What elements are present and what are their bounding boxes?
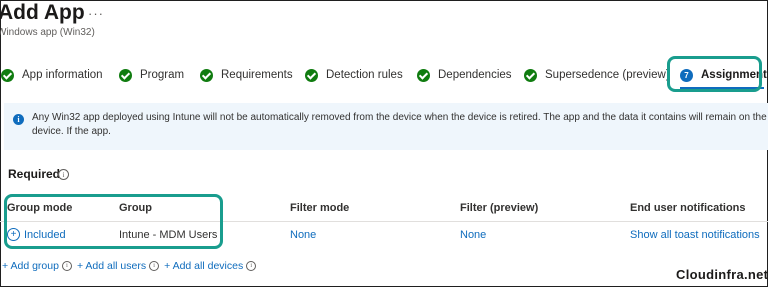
highlight-box-table (4, 194, 223, 249)
info-icon[interactable]: i (61, 261, 72, 271)
step-supersedence[interactable]: Supersedence (preview) (524, 64, 670, 86)
step-label: App information (22, 69, 103, 81)
column-header-filter-mode: Filter mode (290, 202, 350, 214)
step-dependencies[interactable]: Dependencies (417, 64, 512, 86)
watermark: Cloudinfra.net (676, 267, 768, 282)
filter-mode-link[interactable]: None (290, 229, 316, 241)
step-label: Requirements (221, 69, 293, 81)
notifications-link[interactable]: Show all toast notifications (630, 229, 760, 241)
column-header-filter-preview: Filter (preview) (460, 202, 539, 214)
step-app-information[interactable]: App information (1, 64, 103, 86)
info-banner: i Any Win32 app deployed using Intune wi… (4, 103, 768, 150)
step-label: Supersedence (preview) (545, 69, 670, 81)
section-title-required: Required (8, 167, 61, 181)
checkmark-icon (200, 68, 213, 82)
step-detection-rules[interactable]: Detection rules (305, 64, 403, 86)
add-all-devices-link[interactable]: + Add all devices (164, 260, 243, 272)
info-icon[interactable]: i (246, 261, 257, 271)
filter-preview-link[interactable]: None (460, 229, 486, 241)
step-requirements[interactable]: Requirements (200, 64, 293, 86)
step-label: Dependencies (438, 69, 512, 81)
checkmark-icon (119, 68, 132, 82)
column-header-end-user-notifications: End user notifications (630, 202, 746, 214)
add-all-users-link[interactable]: + Add all users (77, 260, 146, 272)
more-options-button[interactable]: ··· (88, 6, 104, 21)
wizard-steps: App information Program Requirements Det… (0, 64, 768, 88)
step-label: Program (140, 69, 185, 81)
highlight-box-assignments (667, 56, 762, 92)
page-subtitle: Windows app (Win32) (0, 27, 95, 38)
checkmark-icon (1, 68, 14, 82)
step-program[interactable]: Program (119, 64, 184, 86)
info-banner-text: Any Win32 app deployed using Intune will… (32, 112, 767, 137)
info-icon[interactable]: i (149, 261, 160, 271)
step-label: Detection rules (326, 69, 403, 81)
checkmark-icon (524, 68, 537, 82)
checkmark-icon (305, 68, 318, 82)
add-assignment-links: + Add group i + Add all users i + Add al… (2, 260, 261, 272)
info-icon: i (13, 114, 24, 125)
add-group-link[interactable]: + Add group (2, 260, 59, 272)
checkmark-icon (417, 68, 430, 82)
page-title: Add App (0, 1, 85, 24)
info-icon[interactable]: i (58, 169, 69, 180)
